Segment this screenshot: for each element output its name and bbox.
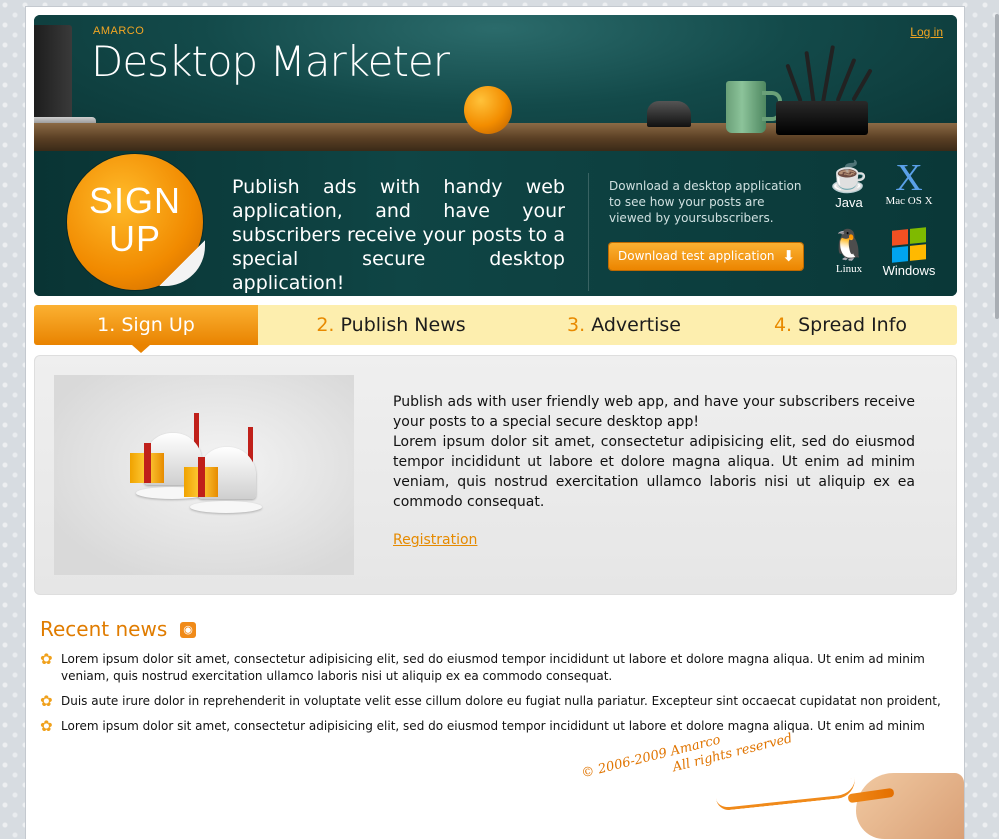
step-spread-info[interactable]: 4. Spread Info	[724, 305, 957, 345]
platform-linux-label: Linux	[835, 263, 863, 275]
news-item-text: Lorem ipsum dolor sit amet, consectetur …	[61, 652, 925, 683]
download-button-label: Download test application	[618, 249, 775, 263]
step-number: 2.	[316, 314, 335, 336]
signup-intro: Publish ads with user friendly web app, …	[393, 394, 915, 430]
step-label: Publish News	[340, 314, 466, 336]
scrollbar[interactable]	[995, 14, 999, 319]
signup-content-panel: Publish ads with user friendly web app, …	[34, 355, 957, 595]
orange-illustration	[464, 86, 512, 134]
step-label: Sign Up	[121, 314, 195, 336]
rss-icon[interactable]: ◉	[180, 622, 196, 638]
site-logo-title[interactable]: Desktop Marketer	[91, 37, 450, 86]
step-label: Advertise	[591, 314, 681, 336]
step-sign-up[interactable]: 1. Sign Up	[34, 305, 258, 345]
desk-tools-illustration	[782, 43, 873, 104]
mailbox-illustration	[184, 427, 262, 517]
pen-stroke-decoration	[715, 777, 857, 812]
macosx-icon: X	[895, 157, 923, 199]
step-advertise[interactable]: 3. Advertise	[524, 305, 724, 345]
stapler-illustration	[647, 101, 691, 127]
flower-bullet-icon: ✿	[40, 718, 53, 735]
page-curl-icon	[159, 240, 205, 286]
platform-windows-label: Windows	[882, 263, 936, 278]
promo-text: Publish ads with handy web application, …	[232, 176, 565, 294]
arrow-down-icon: ⬇	[782, 247, 795, 265]
platform-windows[interactable]: Windows	[879, 227, 939, 278]
registration-link[interactable]: Registration	[393, 532, 477, 548]
active-step-pointer	[132, 345, 150, 353]
login-link[interactable]: Log in	[910, 25, 943, 39]
step-number: 4.	[773, 314, 793, 336]
news-list: ✿ Lorem ipsum dolor sit amet, consectetu…	[40, 651, 948, 743]
desk-organizer-illustration	[776, 101, 868, 135]
page-container: AMARCO Desktop Marketer Log in SIGN UP P…	[26, 7, 964, 839]
java-icon: ☕	[830, 161, 868, 194]
header-promo-band: SIGN UP Publish ads with handy web appli…	[34, 151, 957, 296]
linux-icon: 🐧	[830, 229, 868, 262]
news-item[interactable]: ✿ Lorem ipsum dolor sit amet, consectetu…	[40, 651, 948, 685]
steps-nav: 1. Sign Up 2. Publish News 3. Advertise …	[34, 305, 957, 345]
download-test-app-button[interactable]: Download test application ⬇	[609, 243, 803, 270]
site-header: AMARCO Desktop Marketer Log in SIGN UP P…	[34, 15, 957, 296]
signup-body: Lorem ipsum dolor sit amet, consectetur …	[393, 434, 915, 510]
signup-description: Publish ads with user friendly web app, …	[393, 392, 915, 512]
news-item[interactable]: ✿ Duis aute irure dolor in reprehenderit…	[40, 693, 948, 710]
recent-news-heading: Recent news	[40, 617, 168, 641]
flower-bullet-icon: ✿	[40, 651, 53, 668]
flower-bullet-icon: ✿	[40, 693, 53, 710]
platform-java[interactable]: ☕ Java	[819, 161, 879, 210]
windows-icon	[892, 227, 926, 263]
news-item[interactable]: ✿ Lorem ipsum dolor sit amet, consectetu…	[40, 718, 948, 735]
platform-linux[interactable]: 🐧 Linux	[819, 229, 879, 275]
laptop-illustration	[34, 25, 72, 121]
header-divider	[588, 173, 589, 291]
mug-illustration	[726, 81, 766, 133]
step-label: Spread Info	[798, 314, 908, 336]
platform-java-label: Java	[835, 195, 863, 210]
company-name: AMARCO	[93, 25, 145, 37]
header-desk-scene: AMARCO Desktop Marketer Log in	[34, 15, 957, 151]
download-description: Download a desktop application to see ho…	[609, 179, 802, 225]
step-number: 3.	[567, 314, 586, 336]
platform-macosx[interactable]: X Mac OS X	[879, 157, 939, 207]
news-item-text: Duis aute irure dolor in reprehenderit i…	[61, 694, 941, 708]
mailboxes-image	[54, 375, 354, 575]
step-number: 1.	[97, 314, 116, 336]
platform-macosx-label: Mac OS X	[885, 195, 933, 207]
signup-badge-button[interactable]: SIGN UP	[67, 154, 205, 290]
step-publish-news[interactable]: 2. Publish News	[258, 305, 524, 345]
hand-illustration	[856, 773, 964, 839]
